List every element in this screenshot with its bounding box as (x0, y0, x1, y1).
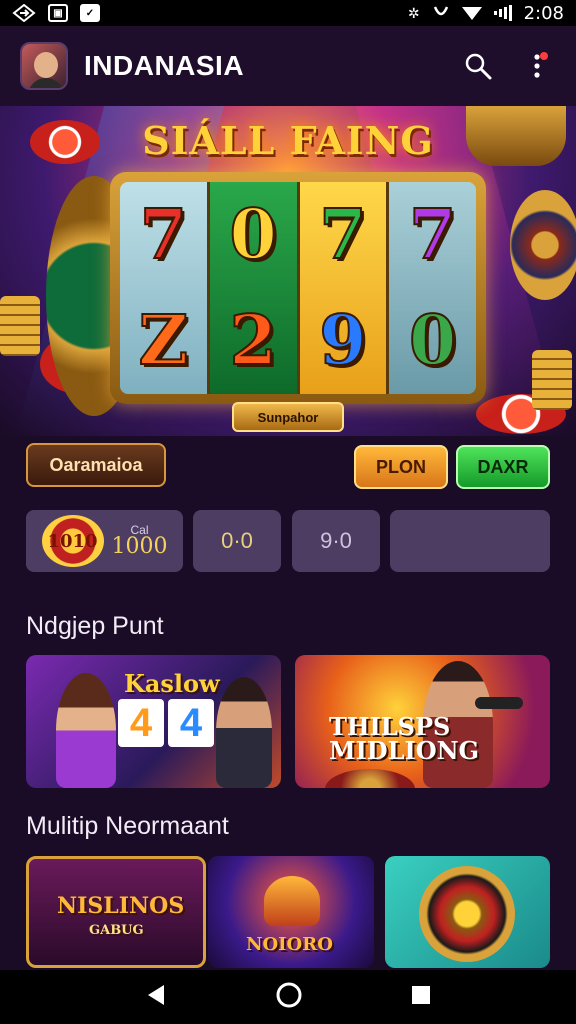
game-card-milliong[interactable]: THILSPS MIDLIONG (295, 655, 550, 788)
card-sublabel: GABUG (89, 923, 144, 938)
stat-coins[interactable]: 1010 Cal 1000 (26, 510, 183, 572)
game-card-kaslow[interactable]: Kaslow 4 4 (26, 655, 281, 788)
avatar[interactable] (20, 42, 68, 90)
more-vertical-icon (534, 52, 548, 78)
app-actions (462, 50, 556, 82)
chip-stack (532, 350, 572, 410)
card-label: THILSPS MIDLIONG (329, 712, 480, 765)
hero-title: SIÁLL FAING (142, 118, 434, 163)
status-left: ▣ ✓ (12, 4, 100, 22)
card-label: Kaslow (124, 669, 220, 698)
status-bar: ▣ ✓ ✲ 2:08 (0, 0, 576, 26)
reel-symbol: 2 (228, 300, 277, 382)
section-title: Ndgjep Punt (26, 612, 164, 640)
home-icon (276, 982, 302, 1007)
game-card-noioro[interactable]: NOIORO (208, 856, 374, 968)
navigation-icon (12, 4, 36, 22)
chip-stack (0, 296, 40, 356)
search-button[interactable] (462, 50, 494, 82)
reel-3: 7 9 (299, 182, 390, 394)
game-card-nislinos[interactable]: NISLINOS GABUG (26, 856, 206, 968)
reel-symbol: 7 (318, 194, 367, 276)
app-bar: INDANASIA (0, 26, 576, 106)
more-button[interactable] (524, 50, 556, 82)
reel-symbol: 7 (408, 194, 457, 276)
number-tiles: 4 4 (118, 699, 214, 747)
hero-banner[interactable]: SIÁLL FAING 7 Z 0 2 7 9 7 0 Sunpahor (0, 106, 576, 436)
cash-value: 1000 (111, 534, 168, 559)
recents-icon (412, 985, 431, 1004)
cash-display: Cal 1000 (112, 524, 168, 558)
wifi-icon (461, 5, 482, 21)
game-button[interactable]: Oaramaioa (26, 443, 166, 487)
bluetooth-icon: ✲ (407, 4, 420, 21)
trophy-decoration (264, 876, 320, 926)
home-button[interactable] (275, 981, 303, 1014)
player-image (56, 673, 116, 788)
clock: 2:08 (523, 2, 564, 24)
image-icon: ▣ (48, 4, 68, 22)
reels: 7 Z 0 2 7 9 7 0 (120, 182, 476, 394)
stat-box-3[interactable]: 9·0 (292, 510, 380, 572)
slot-machine[interactable]: 7 Z 0 2 7 9 7 0 (110, 172, 486, 404)
status-right: ✲ 2:08 (408, 3, 564, 24)
recents-button[interactable] (410, 984, 432, 1011)
roulette-wheel (510, 190, 576, 300)
game-card-roulette[interactable] (385, 856, 550, 968)
card-label: NOIORO (246, 934, 333, 955)
daxr-button[interactable]: DAXR (456, 445, 550, 489)
stat-box-4[interactable] (390, 510, 550, 572)
reel-1: 7 Z (120, 182, 210, 394)
app-title: INDANASIA (84, 50, 245, 81)
card-label: NISLINOS (57, 893, 185, 919)
roulette-wheel (419, 866, 515, 962)
stats-row: 1010 Cal 1000 0·0 9·0 (26, 510, 550, 572)
microphone-icon (475, 697, 523, 709)
number-tile: 4 (168, 699, 214, 747)
system-nav-bar (0, 970, 576, 1024)
player-image (216, 677, 272, 788)
reel-4: 7 0 (389, 182, 476, 394)
hero-badge[interactable]: Sunpahor (232, 402, 344, 432)
roulette-decoration (325, 769, 415, 788)
reel-symbol: 0 (408, 300, 457, 382)
reel-2: 0 2 (209, 182, 300, 394)
vibrate-icon (432, 5, 450, 21)
back-button[interactable] (144, 983, 168, 1012)
coin-badge: 1010 (41, 515, 104, 567)
plon-button[interactable]: PLON (354, 445, 448, 489)
search-icon (465, 53, 492, 80)
reel-symbol: 7 (139, 194, 188, 276)
reel-symbol: 9 (318, 300, 367, 382)
signal-icon (493, 5, 512, 21)
reel-symbol: Z (138, 300, 190, 382)
stat-box-2[interactable]: 0·0 (193, 510, 281, 572)
number-tile: 4 (118, 699, 164, 747)
section-title: Mulitip Neormaant (26, 812, 229, 840)
reel-symbol: 0 (228, 194, 277, 276)
back-icon (147, 984, 164, 1005)
photo-icon: ✓ (80, 4, 100, 22)
